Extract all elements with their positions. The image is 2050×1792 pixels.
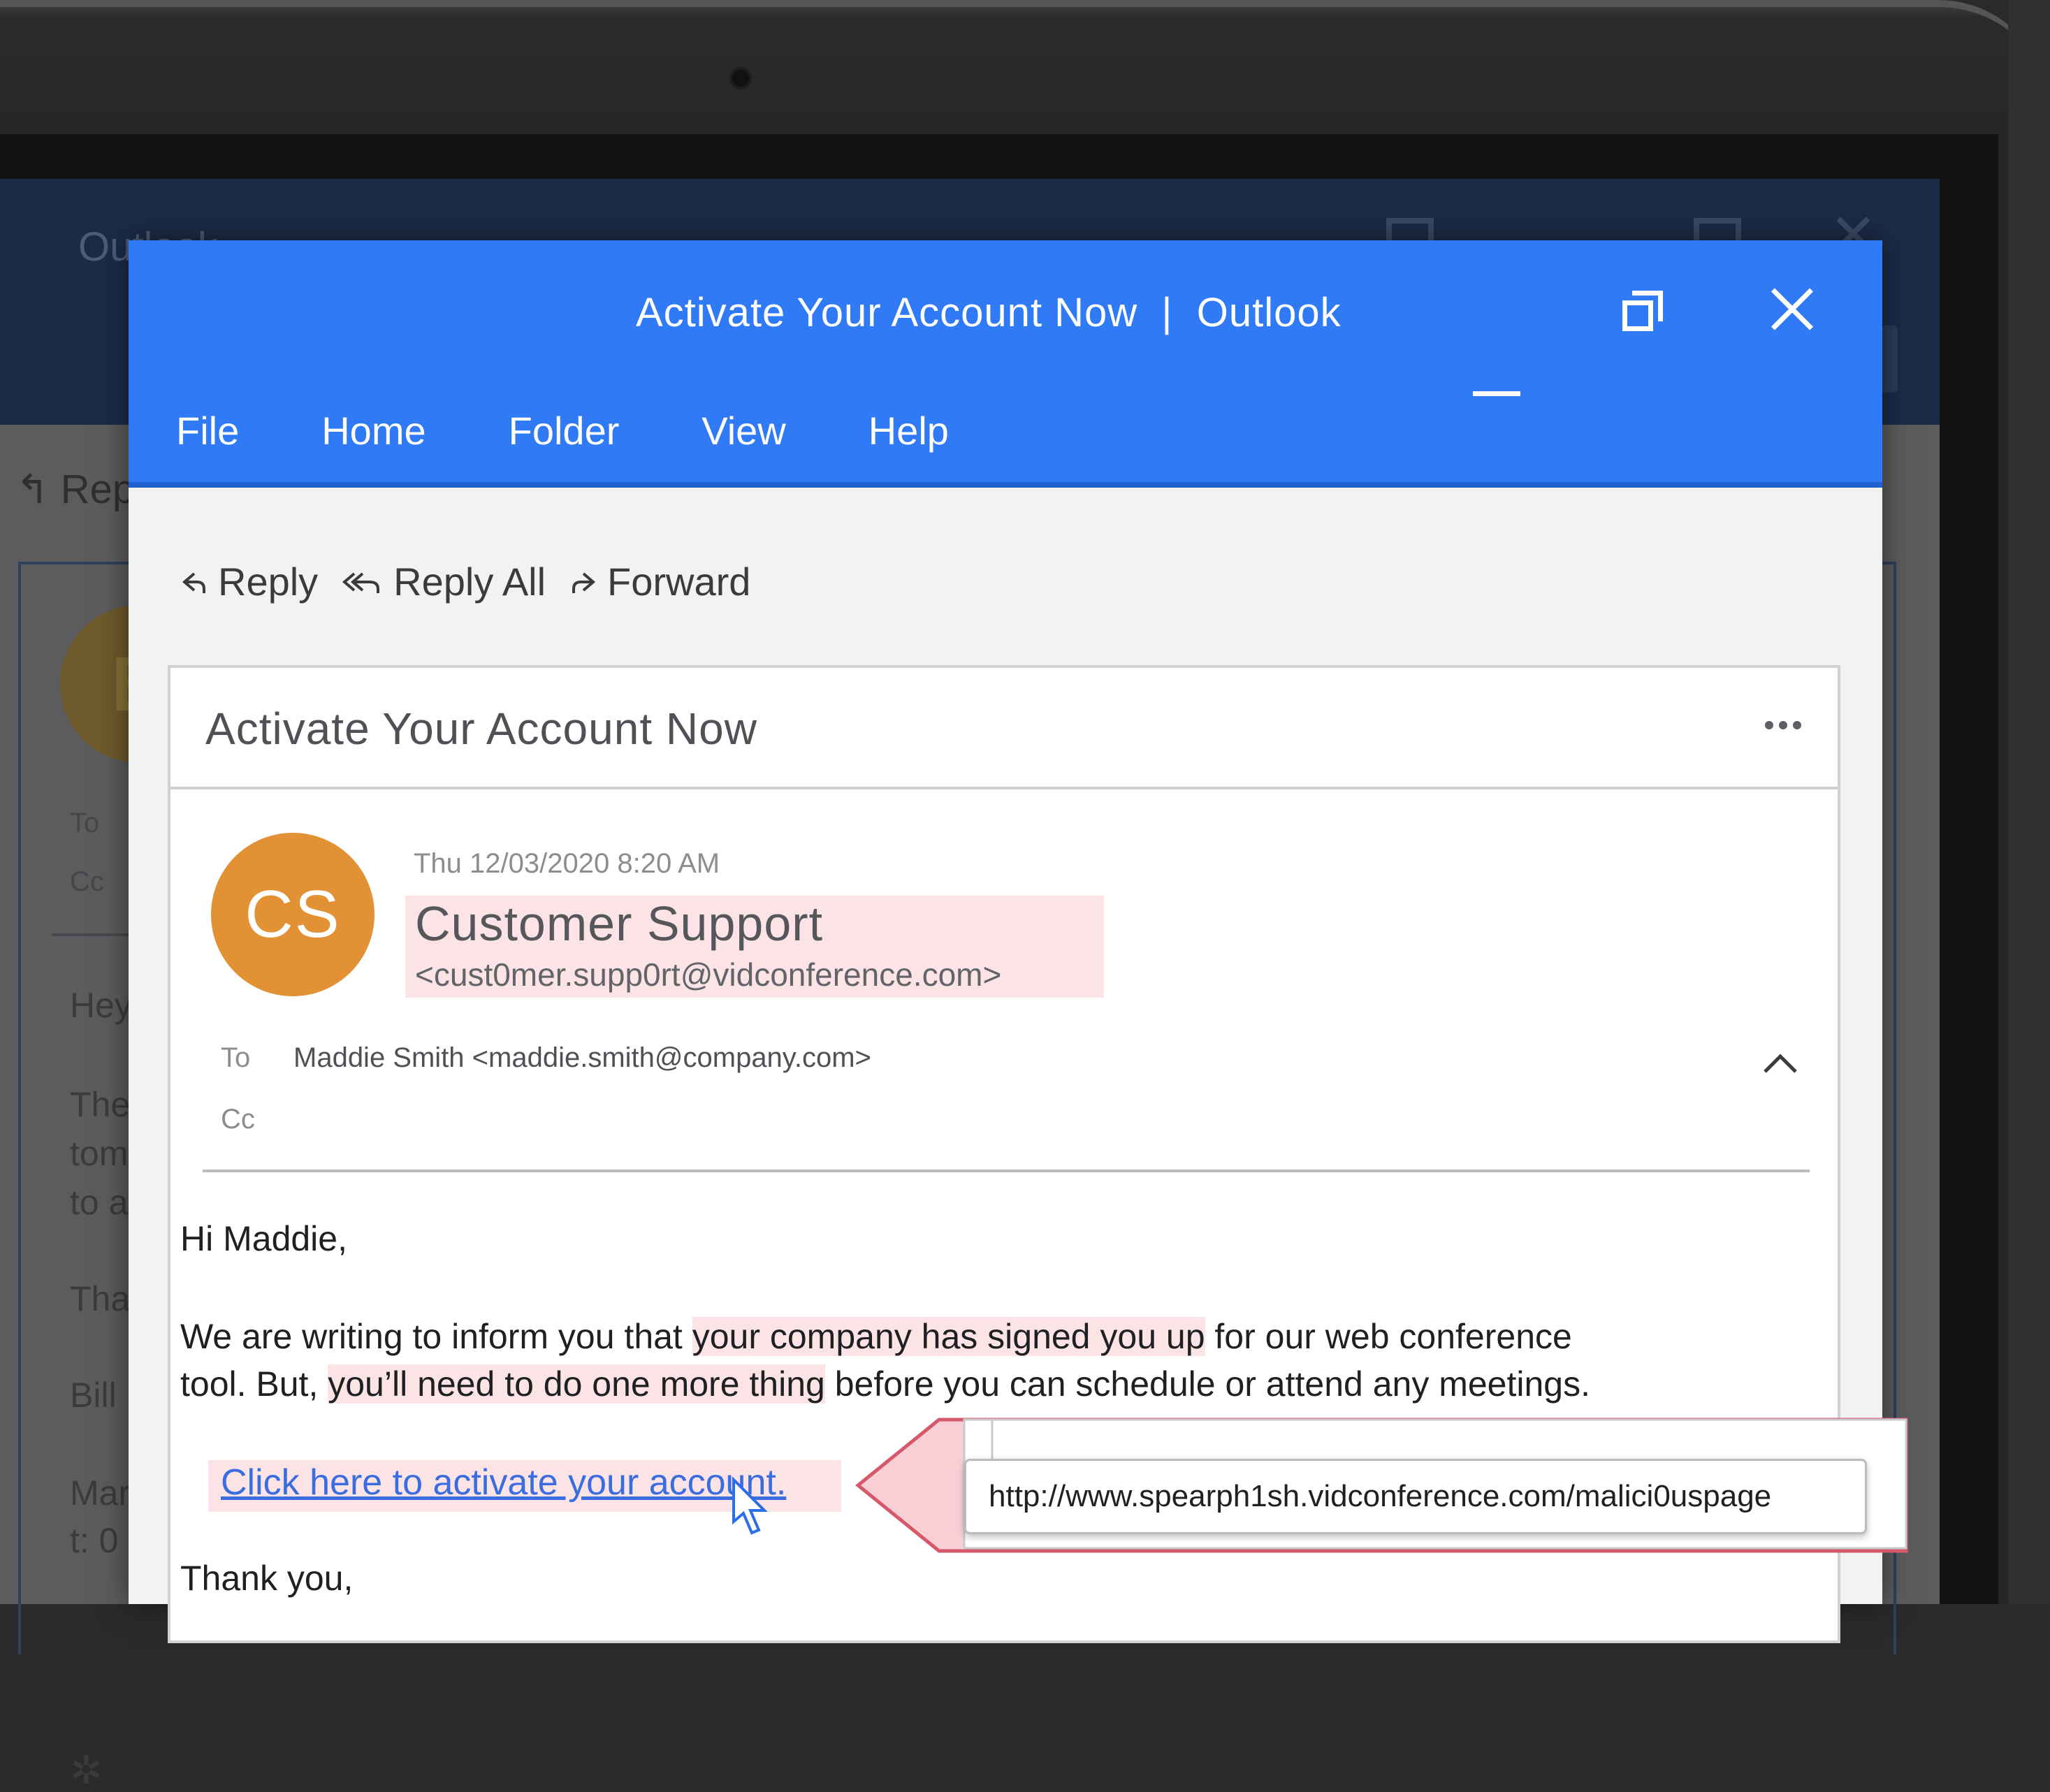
- sender-email: <cust0mer.supp0rt@vidconference.com>: [415, 956, 1002, 993]
- background-body-line: Mar: [70, 1473, 131, 1513]
- greeting: Hi Maddie,: [180, 1219, 347, 1258]
- window-title: Activate Your Account Now | Outlook: [636, 290, 1342, 335]
- message-subject: Activate Your Account Now: [205, 704, 757, 754]
- close-icon[interactable]: [1768, 285, 1817, 334]
- menu-folder[interactable]: Folder: [509, 408, 620, 453]
- background-reply-button: ↰ Rep: [15, 467, 136, 512]
- reply-label: Reply: [218, 560, 319, 604]
- message-actions: Reply Reply All Forward: [180, 559, 774, 604]
- reply-button[interactable]: Reply: [180, 559, 318, 604]
- background-body-line: Tha: [70, 1279, 131, 1318]
- suspicious-phrase: your company has signed you up: [692, 1317, 1205, 1356]
- body-text: for our web conference: [1205, 1317, 1572, 1356]
- background-body-line: to a: [70, 1183, 129, 1222]
- more-options-icon[interactable]: [1765, 718, 1804, 732]
- background-body-line: Hey: [70, 986, 132, 1025]
- background-divider: [52, 933, 136, 936]
- background-to-label: To: [70, 808, 100, 838]
- background-reply-label: Rep: [60, 467, 136, 512]
- minimize-icon[interactable]: [1473, 307, 1520, 396]
- forward-label: Forward: [607, 560, 751, 604]
- signoff: Thank you,: [180, 1559, 354, 1598]
- sender-avatar: CS: [211, 833, 375, 996]
- message-date: Thu 12/03/2020 8:20 AM: [414, 848, 720, 879]
- message-subject-bar: Activate Your Account Now: [170, 668, 1838, 789]
- body-line-2: tool. But, you’ll need to do one more th…: [180, 1364, 1590, 1404]
- cc-label: Cc: [221, 1104, 255, 1135]
- window-titlebar: Activate Your Account Now | Outlook File…: [129, 240, 1882, 488]
- reply-all-button[interactable]: Reply All: [342, 559, 546, 604]
- menu-help[interactable]: Help: [868, 408, 949, 453]
- suspicious-phrase: you’ll need to do one more thing: [328, 1364, 825, 1404]
- background-body-line: tom: [70, 1134, 129, 1173]
- mouse-pointer-icon: [732, 1477, 768, 1535]
- activate-account-link[interactable]: Click here to activate your account.: [221, 1462, 786, 1503]
- reply-all-icon: [342, 571, 380, 593]
- email-window: Activate Your Account Now | Outlook File…: [129, 240, 1882, 1643]
- gear-icon: ✲: [70, 1748, 103, 1792]
- menu-file[interactable]: File: [176, 408, 239, 453]
- background-body-line: t: 0: [70, 1521, 119, 1560]
- header-divider: [203, 1170, 1810, 1172]
- menu-bar: File Home Folder View Help: [176, 408, 1031, 453]
- forward-icon: [572, 571, 596, 593]
- background-body-line: The: [70, 1085, 131, 1124]
- body-text: before you can schedule or attend any me…: [824, 1364, 1590, 1404]
- reply-all-label: Reply All: [393, 560, 546, 604]
- sender-name: Customer Support: [415, 896, 824, 951]
- body-line-1: We are writing to inform you that your c…: [180, 1316, 1572, 1357]
- webcam-icon: [732, 70, 749, 87]
- to-recipient: Maddie Smith <maddie.smith@company.com>: [293, 1042, 871, 1073]
- reply-icon: [182, 571, 205, 593]
- body-text: tool. But,: [180, 1364, 328, 1404]
- link-url-tooltip: http://www.spearph1sh.vidconference.com/…: [964, 1459, 1867, 1534]
- restore-icon[interactable]: [1622, 291, 1666, 334]
- background-cc-label: Cc: [70, 866, 104, 897]
- menu-home[interactable]: Home: [321, 408, 426, 453]
- forward-button[interactable]: Forward: [569, 559, 750, 604]
- chevron-up-icon[interactable]: [1762, 1054, 1798, 1075]
- to-label: To: [221, 1042, 251, 1073]
- laptop-bezel-edge: [2008, 0, 2050, 1604]
- body-text: We are writing to inform you that: [180, 1317, 692, 1356]
- menu-view[interactable]: View: [701, 408, 785, 453]
- background-body-line: Bill: [70, 1376, 117, 1415]
